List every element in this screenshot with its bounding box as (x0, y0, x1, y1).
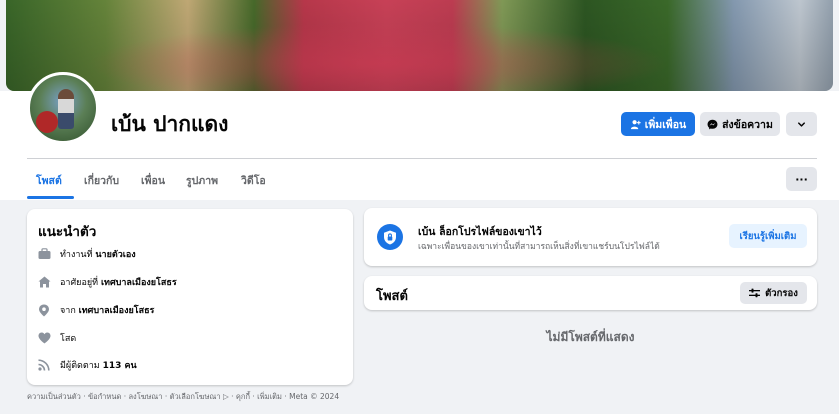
chevron-down-icon (798, 121, 805, 127)
intro-lives: อาศัยอยู่ที่ เทศบาลเมืองยโสธร (37, 275, 177, 289)
footer-links[interactable]: ความเป็นส่วนตัว · ข้อกำหนด · ลงโฆษณา · ต… (27, 391, 353, 402)
tab-photos[interactable]: รูปภาพ (186, 172, 218, 189)
add-person-icon (630, 119, 641, 129)
intro-lives-prefix: อาศัยอยู่ที่ (60, 278, 99, 288)
tab-posts[interactable]: โพสต์ (36, 172, 62, 189)
intro-followers-prefix: มีผู้ติดตาม (60, 361, 100, 371)
no-posts-message: ไม่มีโพสต์ที่แสดง (546, 330, 635, 344)
intro-work-prefix: ทำงานที่ (60, 250, 93, 260)
tab-videos[interactable]: วิดีโอ (241, 172, 266, 189)
cover-photo[interactable] (6, 0, 833, 91)
tabs-more-button[interactable]: ··· (786, 167, 817, 191)
intro-title: แนะนำตัว (38, 224, 97, 240)
tab-friends[interactable]: เพื่อน (141, 172, 165, 189)
location-pin-icon (37, 303, 51, 317)
profile-more-button[interactable] (786, 112, 817, 136)
profile-locked-card: เบ้น ล็อกโปรไฟล์ของเขาไว้ เฉพาะเพื่อนของ… (364, 208, 817, 266)
header-divider (27, 158, 817, 159)
intro-relationship: โสด (37, 331, 76, 345)
intro-followers: มีผู้ติดตาม 113 คน (37, 358, 137, 372)
learn-more-button[interactable]: เรียนรู้เพิ่มเติม (729, 224, 807, 248)
intro-card: แนะนำตัว ทำงานที่ นายตัวเอง อาศัยอยู่ที่… (27, 209, 353, 385)
profile-name: เบ้น ปากแดง (111, 112, 229, 136)
home-icon (37, 275, 51, 289)
intro-work-value[interactable]: นายตัวเอง (95, 250, 135, 260)
locked-title: เบ้น ล็อกโปรไฟล์ของเขาไว้ (418, 226, 542, 238)
intro-from-prefix: จาก (60, 306, 76, 316)
message-label: ส่งข้อความ (722, 118, 773, 131)
add-friend-label: เพิ่มเพื่อน (644, 118, 687, 131)
shield-icon (377, 224, 403, 250)
posts-header-card: โพสต์ ตัวกรอง (364, 276, 817, 310)
message-button[interactable]: ส่งข้อความ (700, 112, 780, 136)
messenger-icon (707, 119, 718, 129)
rss-icon (37, 358, 51, 372)
filter-label: ตัวกรอง (765, 287, 798, 299)
active-tab-indicator (27, 196, 74, 199)
heart-icon (37, 331, 51, 345)
intro-work: ทำงานที่ นายตัวเอง (37, 247, 136, 261)
locked-subtitle: เฉพาะเพื่อนของเขาเท่านั้นที่สามารถเห็นสิ… (418, 242, 660, 252)
add-friend-button[interactable]: เพิ่มเพื่อน (621, 112, 695, 136)
filter-button[interactable]: ตัวกรอง (740, 282, 807, 304)
intro-lives-value[interactable]: เทศบาลเมืองยโสธร (101, 278, 177, 288)
intro-from: จาก เทศบาลเมืองยโสธร (37, 303, 154, 317)
posts-title: โพสต์ (376, 289, 408, 304)
tab-about[interactable]: เกี่ยวกับ (84, 172, 119, 189)
profile-avatar[interactable] (27, 72, 99, 144)
intro-followers-value[interactable]: 113 คน (103, 361, 137, 371)
intro-relationship-value: โสด (60, 334, 77, 344)
sliders-icon (749, 288, 761, 298)
intro-from-value[interactable]: เทศบาลเมืองยโสธร (79, 306, 155, 316)
briefcase-icon (37, 247, 51, 261)
